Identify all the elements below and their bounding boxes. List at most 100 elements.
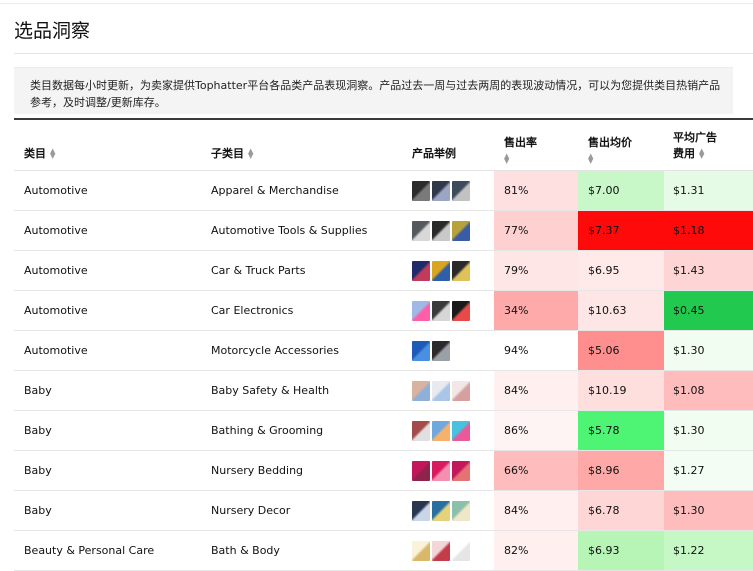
ad-cost-cell: $1.43 xyxy=(673,264,705,277)
title-divider xyxy=(14,53,753,54)
avg-price-cell: $7.00 xyxy=(588,184,620,197)
top-divider xyxy=(0,3,753,4)
ad-cost-cell: $1.31 xyxy=(673,184,705,197)
sell-rate-cell: 94% xyxy=(504,344,529,357)
table-row[interactable]: Baby Baby Safety & Health 84% $10.19 $1.08 xyxy=(14,371,753,411)
table-row[interactable]: Automotive Motorcycle Accessories 94% $5.06… xyxy=(14,331,753,371)
product-examples xyxy=(412,211,470,250)
product-thumbnail-icon[interactable] xyxy=(432,220,450,241)
category-insights-table: 类目 ▲ ▼ 子类目 ▲ ▼ 产品举例 售出率 ▲ ▼ 售出均价 ▲ ▼ 平均广告 费用 ▲ ▼… xyxy=(14,118,753,571)
product-examples xyxy=(412,491,470,530)
product-thumbnail-icon[interactable] xyxy=(452,260,470,281)
product-examples xyxy=(412,411,470,450)
product-thumbnail-icon[interactable] xyxy=(412,260,430,281)
sell-rate-cell: 82% xyxy=(504,544,529,557)
table-row[interactable]: Beauty & Personal Care Bath & Body 82% $6.9… xyxy=(14,531,753,571)
ad-cost-cell: $1.22 xyxy=(673,544,705,557)
product-thumbnail-icon[interactable] xyxy=(452,180,470,201)
product-thumbnail-icon[interactable] xyxy=(432,260,450,281)
subcategory-cell: Bathing & Grooming xyxy=(211,424,324,437)
header-avg-price[interactable]: 售出均价 ▲ ▼ xyxy=(588,135,632,167)
product-thumbnail-icon[interactable] xyxy=(452,500,470,521)
avg-price-cell: $5.06 xyxy=(588,344,620,357)
category-cell: Baby xyxy=(24,384,52,397)
product-thumbnail-icon[interactable] xyxy=(432,380,450,401)
product-thumbnail-icon[interactable] xyxy=(412,220,430,241)
category-cell: Baby xyxy=(24,424,52,437)
sell-rate-cell: 84% xyxy=(504,504,529,517)
subcategory-cell: Nursery Bedding xyxy=(211,464,304,477)
product-thumbnail-icon[interactable] xyxy=(452,220,470,241)
avg-price-cell: $5.78 xyxy=(588,424,620,437)
sort-icon[interactable]: ▲ ▼ xyxy=(504,153,509,165)
product-thumbnail-icon[interactable] xyxy=(412,420,430,441)
header-sell-rate[interactable]: 售出率 ▲ ▼ xyxy=(504,135,537,167)
product-examples xyxy=(412,371,470,410)
subcategory-cell: Apparel & Merchandise xyxy=(211,184,339,197)
table-row[interactable]: Automotive Apparel & Merchandise 81% $7.00 $… xyxy=(14,171,753,211)
product-thumbnail-icon[interactable] xyxy=(412,340,430,361)
ad-cost-cell: $1.08 xyxy=(673,384,705,397)
product-thumbnail-icon[interactable] xyxy=(412,380,430,401)
product-thumbnail-icon[interactable] xyxy=(412,180,430,201)
product-thumbnail-icon[interactable] xyxy=(412,300,430,321)
category-cell: Automotive xyxy=(24,224,88,237)
subcategory-cell: Nursery Decor xyxy=(211,504,291,517)
header-ad-cost[interactable]: 平均广告 费用 ▲ ▼ xyxy=(673,130,717,162)
product-examples xyxy=(412,251,470,290)
header-subcategory[interactable]: 子类目 ▲ ▼ xyxy=(211,146,253,162)
table-row[interactable]: Automotive Car Electronics 34% $10.63 $0.45 xyxy=(14,291,753,331)
category-cell: Baby xyxy=(24,464,52,477)
category-cell: Automotive xyxy=(24,304,88,317)
product-thumbnail-icon[interactable] xyxy=(432,340,450,361)
product-thumbnail-icon[interactable] xyxy=(432,300,450,321)
sort-icon[interactable]: ▲ ▼ xyxy=(588,153,593,165)
avg-price-cell: $8.96 xyxy=(588,464,620,477)
page-title: 选品洞察 xyxy=(14,20,91,42)
sort-icon[interactable]: ▲ ▼ xyxy=(248,148,253,160)
table-row[interactable]: Automotive Automotive Tools & Supplies 77%… xyxy=(14,211,753,251)
product-thumbnail-icon[interactable] xyxy=(432,540,450,561)
product-thumbnail-icon[interactable] xyxy=(432,180,450,201)
sell-rate-cell: 77% xyxy=(504,224,529,237)
sort-icon[interactable]: ▲ ▼ xyxy=(699,148,704,160)
product-thumbnail-icon[interactable] xyxy=(412,540,430,561)
info-notice: 类目数据每小时更新，为卖家提供Tophatter平台各品类产品表现洞察。产品过去… xyxy=(14,67,733,114)
product-thumbnail-icon[interactable] xyxy=(452,380,470,401)
subcategory-cell: Baby Safety & Health xyxy=(211,384,330,397)
category-cell: Automotive xyxy=(24,184,88,197)
product-thumbnail-icon[interactable] xyxy=(412,460,430,481)
product-examples xyxy=(412,451,470,490)
product-thumbnail-icon[interactable] xyxy=(432,460,450,481)
product-thumbnail-icon[interactable] xyxy=(412,500,430,521)
product-thumbnail-icon[interactable] xyxy=(452,460,470,481)
header-category[interactable]: 类目 ▲ ▼ xyxy=(24,146,55,162)
product-examples xyxy=(412,171,470,210)
product-thumbnail-icon[interactable] xyxy=(432,420,450,441)
sell-rate-cell: 81% xyxy=(504,184,529,197)
avg-price-cell: $10.19 xyxy=(588,384,627,397)
product-thumbnail-icon[interactable] xyxy=(432,500,450,521)
avg-price-cell: $6.78 xyxy=(588,504,620,517)
ad-cost-cell: $1.30 xyxy=(673,504,705,517)
table-row[interactable]: Baby Nursery Bedding 66% $8.96 $1.27 xyxy=(14,451,753,491)
table-row[interactable]: Baby Bathing & Grooming 86% $5.78 $1.30 xyxy=(14,411,753,451)
sell-rate-cell: 34% xyxy=(504,304,529,317)
sort-icon[interactable]: ▲ ▼ xyxy=(50,148,55,160)
avg-price-cell: $6.95 xyxy=(588,264,620,277)
ad-cost-cell: $1.30 xyxy=(673,344,705,357)
table-body: Automotive Apparel & Merchandise 81% $7.00 $… xyxy=(14,171,753,571)
product-thumbnail-icon[interactable] xyxy=(452,420,470,441)
table-row[interactable]: Baby Nursery Decor 84% $6.78 $1.30 xyxy=(14,491,753,531)
category-cell: Automotive xyxy=(24,264,88,277)
category-cell: Beauty & Personal Care xyxy=(24,544,155,557)
ad-cost-cell: $0.45 xyxy=(673,304,705,317)
ad-cost-cell: $1.18 xyxy=(673,224,705,237)
product-thumbnail-icon[interactable] xyxy=(452,540,470,561)
subcategory-cell: Bath & Body xyxy=(211,544,280,557)
subcategory-cell: Car & Truck Parts xyxy=(211,264,306,277)
header-examples: 产品举例 xyxy=(412,147,456,160)
avg-price-cell: $6.93 xyxy=(588,544,620,557)
product-thumbnail-icon[interactable] xyxy=(452,300,470,321)
table-row[interactable]: Automotive Car & Truck Parts 79% $6.95 $1.43 xyxy=(14,251,753,291)
